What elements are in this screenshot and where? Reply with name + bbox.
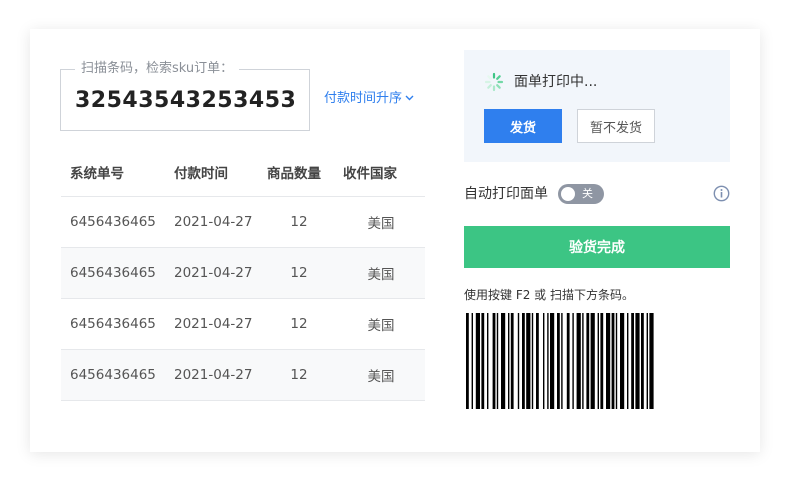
barcode-bar bbox=[526, 313, 531, 409]
table-row[interactable]: 6456436465 2021-04-27 12 美国 bbox=[61, 248, 425, 299]
barcode-bar bbox=[471, 313, 473, 409]
verification-card: 扫描条码，检索sku订单： 32543543253453 付款时间升序 系统单号… bbox=[30, 29, 760, 452]
shortcut-hint: 使用按键 F2 或 扫描下方条码。 bbox=[464, 288, 634, 302]
toggle-knob bbox=[561, 187, 575, 201]
barcode-bar bbox=[627, 313, 629, 409]
ship-button[interactable]: 发货 bbox=[484, 109, 562, 143]
barcode-bar bbox=[517, 313, 520, 409]
barcode-bar bbox=[547, 313, 549, 409]
chevron-down-icon bbox=[405, 89, 414, 107]
cell-payment-time: 2021-04-27 bbox=[174, 214, 253, 230]
barcode-bar bbox=[522, 313, 525, 409]
barcode-bar bbox=[496, 313, 499, 409]
print-status-panel: 面单打印中... 发货 暂不发货 bbox=[464, 50, 730, 162]
sort-by-payment-time-link[interactable]: 付款时间升序 bbox=[324, 89, 414, 108]
scan-input-value[interactable]: 32543543253453 bbox=[75, 87, 296, 115]
barcode-bar bbox=[466, 313, 469, 409]
barcode-bar bbox=[543, 313, 545, 409]
barcode-bar bbox=[531, 313, 534, 409]
header-payment-time: 付款时间 bbox=[174, 165, 228, 182]
cell-country: 美国 bbox=[367, 216, 395, 232]
barcode-icon bbox=[466, 313, 654, 409]
cell-payment-time: 2021-04-27 bbox=[174, 316, 253, 332]
barcode-bar bbox=[576, 313, 581, 409]
cell-country: 美国 bbox=[367, 318, 395, 334]
barcode-bar bbox=[597, 313, 599, 409]
barcode-bar bbox=[586, 313, 590, 409]
barcode-bar bbox=[566, 313, 570, 409]
barcode-bar bbox=[561, 313, 563, 409]
table-row[interactable]: 6456436465 2021-04-27 12 美国 bbox=[61, 350, 425, 401]
barcode-bar bbox=[557, 313, 560, 409]
table-row[interactable]: 6456436465 2021-04-27 12 美国 bbox=[61, 299, 425, 350]
barcode-bar bbox=[582, 313, 584, 409]
cell-order-no: 6456436465 bbox=[70, 316, 156, 332]
barcode-bar bbox=[481, 313, 485, 409]
barcode-bar bbox=[475, 313, 480, 409]
loading-spinner-icon bbox=[484, 72, 504, 92]
barcode-bar bbox=[615, 313, 618, 409]
cell-payment-time: 2021-04-27 bbox=[174, 367, 253, 383]
barcode-bar bbox=[641, 313, 644, 409]
barcode-bar bbox=[508, 313, 510, 409]
hold-shipment-button[interactable]: 暂不发货 bbox=[577, 109, 655, 143]
header-quantity: 商品数量 bbox=[267, 165, 321, 182]
cell-quantity: 12 bbox=[290, 316, 308, 332]
barcode-bar bbox=[590, 313, 595, 409]
cell-order-no: 6456436465 bbox=[70, 367, 156, 383]
barcode-bar bbox=[600, 313, 604, 409]
verify-complete-button[interactable]: 验货完成 bbox=[464, 226, 730, 268]
cell-order-no: 6456436465 bbox=[70, 214, 156, 230]
cell-payment-time: 2021-04-27 bbox=[174, 265, 253, 281]
cell-quantity: 12 bbox=[290, 214, 308, 230]
barcode-bar bbox=[572, 313, 574, 409]
sort-link-label: 付款时间升序 bbox=[324, 91, 403, 106]
header-order-no: 系统单号 bbox=[70, 165, 124, 182]
cell-quantity: 12 bbox=[290, 265, 308, 281]
barcode-bar bbox=[635, 313, 640, 409]
table-row[interactable]: 6456436465 2021-04-27 12 美国 bbox=[61, 197, 425, 248]
print-status-text: 面单打印中... bbox=[514, 74, 598, 90]
barcode-bar bbox=[620, 313, 625, 409]
barcode-bar bbox=[611, 313, 615, 409]
barcode-bar bbox=[510, 313, 514, 409]
order-table: 系统单号 付款时间 商品数量 收件国家 6456436465 2021-04-2… bbox=[61, 147, 425, 401]
cell-order-no: 6456436465 bbox=[70, 265, 156, 281]
table-header: 系统单号 付款时间 商品数量 收件国家 bbox=[61, 147, 425, 197]
barcode-bar bbox=[492, 313, 496, 409]
info-circle-icon[interactable] bbox=[713, 185, 730, 202]
cell-country: 美国 bbox=[367, 369, 395, 385]
scan-barcode-input[interactable]: 扫描条码，检索sku订单： 32543543253453 bbox=[60, 61, 310, 131]
barcode-bar bbox=[536, 313, 539, 409]
barcode-bar bbox=[606, 313, 611, 409]
barcode-bar bbox=[487, 313, 489, 409]
auto-print-toggle[interactable]: 关 bbox=[558, 184, 604, 204]
header-country: 收件国家 bbox=[343, 165, 397, 182]
cell-quantity: 12 bbox=[290, 367, 308, 383]
barcode-bar bbox=[646, 313, 648, 409]
toggle-state-label: 关 bbox=[582, 187, 593, 200]
auto-print-label: 自动打印面单 bbox=[464, 186, 548, 202]
barcode-bar bbox=[649, 313, 654, 409]
barcode-bar bbox=[501, 313, 506, 409]
scan-input-label: 扫描条码，检索sku订单： bbox=[75, 61, 240, 77]
barcode-bar bbox=[550, 313, 555, 409]
barcode-bar bbox=[631, 313, 634, 409]
cell-country: 美国 bbox=[367, 267, 395, 283]
